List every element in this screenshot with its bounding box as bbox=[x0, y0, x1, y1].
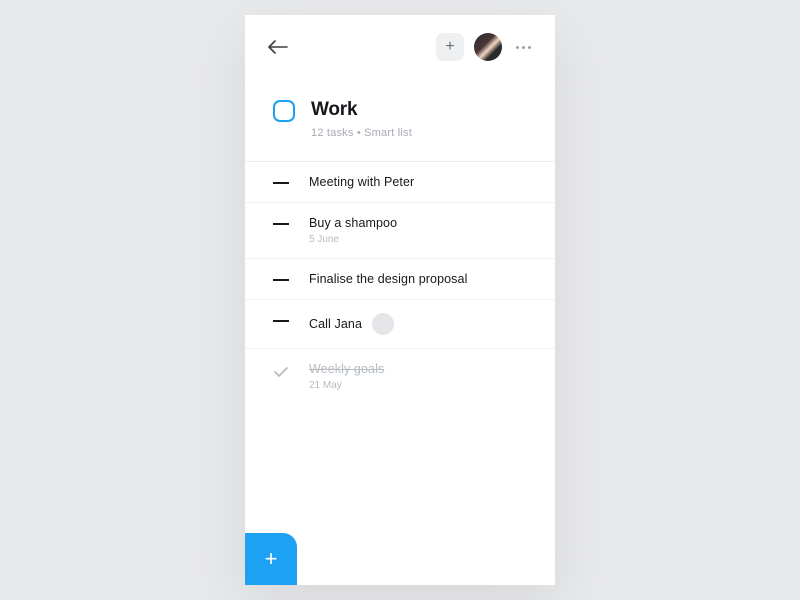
dot-icon bbox=[516, 46, 519, 49]
back-button[interactable] bbox=[267, 36, 289, 58]
arrow-left-icon bbox=[268, 40, 288, 54]
dot-icon bbox=[522, 46, 525, 49]
list-header: Work 12 tasks • Smart list bbox=[245, 71, 555, 161]
plus-icon: + bbox=[265, 548, 278, 570]
app-screen: + Work 12 tasks • Smart list Meeting wit… bbox=[245, 15, 555, 585]
add-task-fab[interactable]: + bbox=[245, 533, 297, 585]
topbar-actions: + bbox=[436, 33, 535, 61]
task-body: Weekly goals 21 May bbox=[309, 362, 533, 391]
task-row[interactable]: Call Jana bbox=[245, 300, 555, 349]
task-row[interactable]: Buy a shampoo 5 June bbox=[245, 203, 555, 259]
list-category-icon bbox=[273, 100, 295, 122]
task-title: Meeting with Peter bbox=[309, 175, 414, 189]
dot-icon bbox=[528, 46, 531, 49]
task-subtext: 5 June bbox=[309, 234, 397, 245]
list-meta: 12 tasks • Smart list bbox=[311, 127, 412, 139]
task-body: Meeting with Peter bbox=[309, 175, 533, 189]
check-icon bbox=[273, 364, 289, 380]
drag-handle-icon[interactable] bbox=[273, 320, 289, 322]
drag-handle-icon[interactable] bbox=[273, 279, 289, 281]
task-title: Call Jana bbox=[309, 317, 362, 331]
task-title: Finalise the design proposal bbox=[309, 272, 467, 286]
task-list: Meeting with Peter Buy a shampoo 5 June Fin… bbox=[245, 162, 555, 404]
add-collaborator-button[interactable]: + bbox=[436, 33, 464, 61]
list-title: Work bbox=[311, 99, 412, 121]
task-body: Buy a shampoo 5 June bbox=[309, 216, 533, 245]
task-row[interactable]: Finalise the design proposal bbox=[245, 259, 555, 300]
avatar[interactable] bbox=[474, 33, 502, 61]
task-row[interactable]: Meeting with Peter bbox=[245, 162, 555, 203]
drag-handle-icon[interactable] bbox=[273, 182, 289, 184]
more-options-button[interactable] bbox=[512, 42, 535, 53]
assignee-avatar[interactable] bbox=[372, 313, 394, 335]
task-row[interactable]: Weekly goals 21 May bbox=[245, 349, 555, 404]
task-body: Call Jana bbox=[309, 313, 533, 335]
task-body: Finalise the design proposal bbox=[309, 272, 533, 286]
topbar: + bbox=[245, 15, 555, 71]
drag-handle-icon[interactable] bbox=[273, 223, 289, 225]
list-header-text: Work 12 tasks • Smart list bbox=[311, 99, 412, 139]
task-subtext: 21 May bbox=[309, 380, 384, 391]
task-title: Weekly goals bbox=[309, 362, 384, 376]
plus-icon: + bbox=[445, 38, 454, 56]
task-title: Buy a shampoo bbox=[309, 216, 397, 230]
